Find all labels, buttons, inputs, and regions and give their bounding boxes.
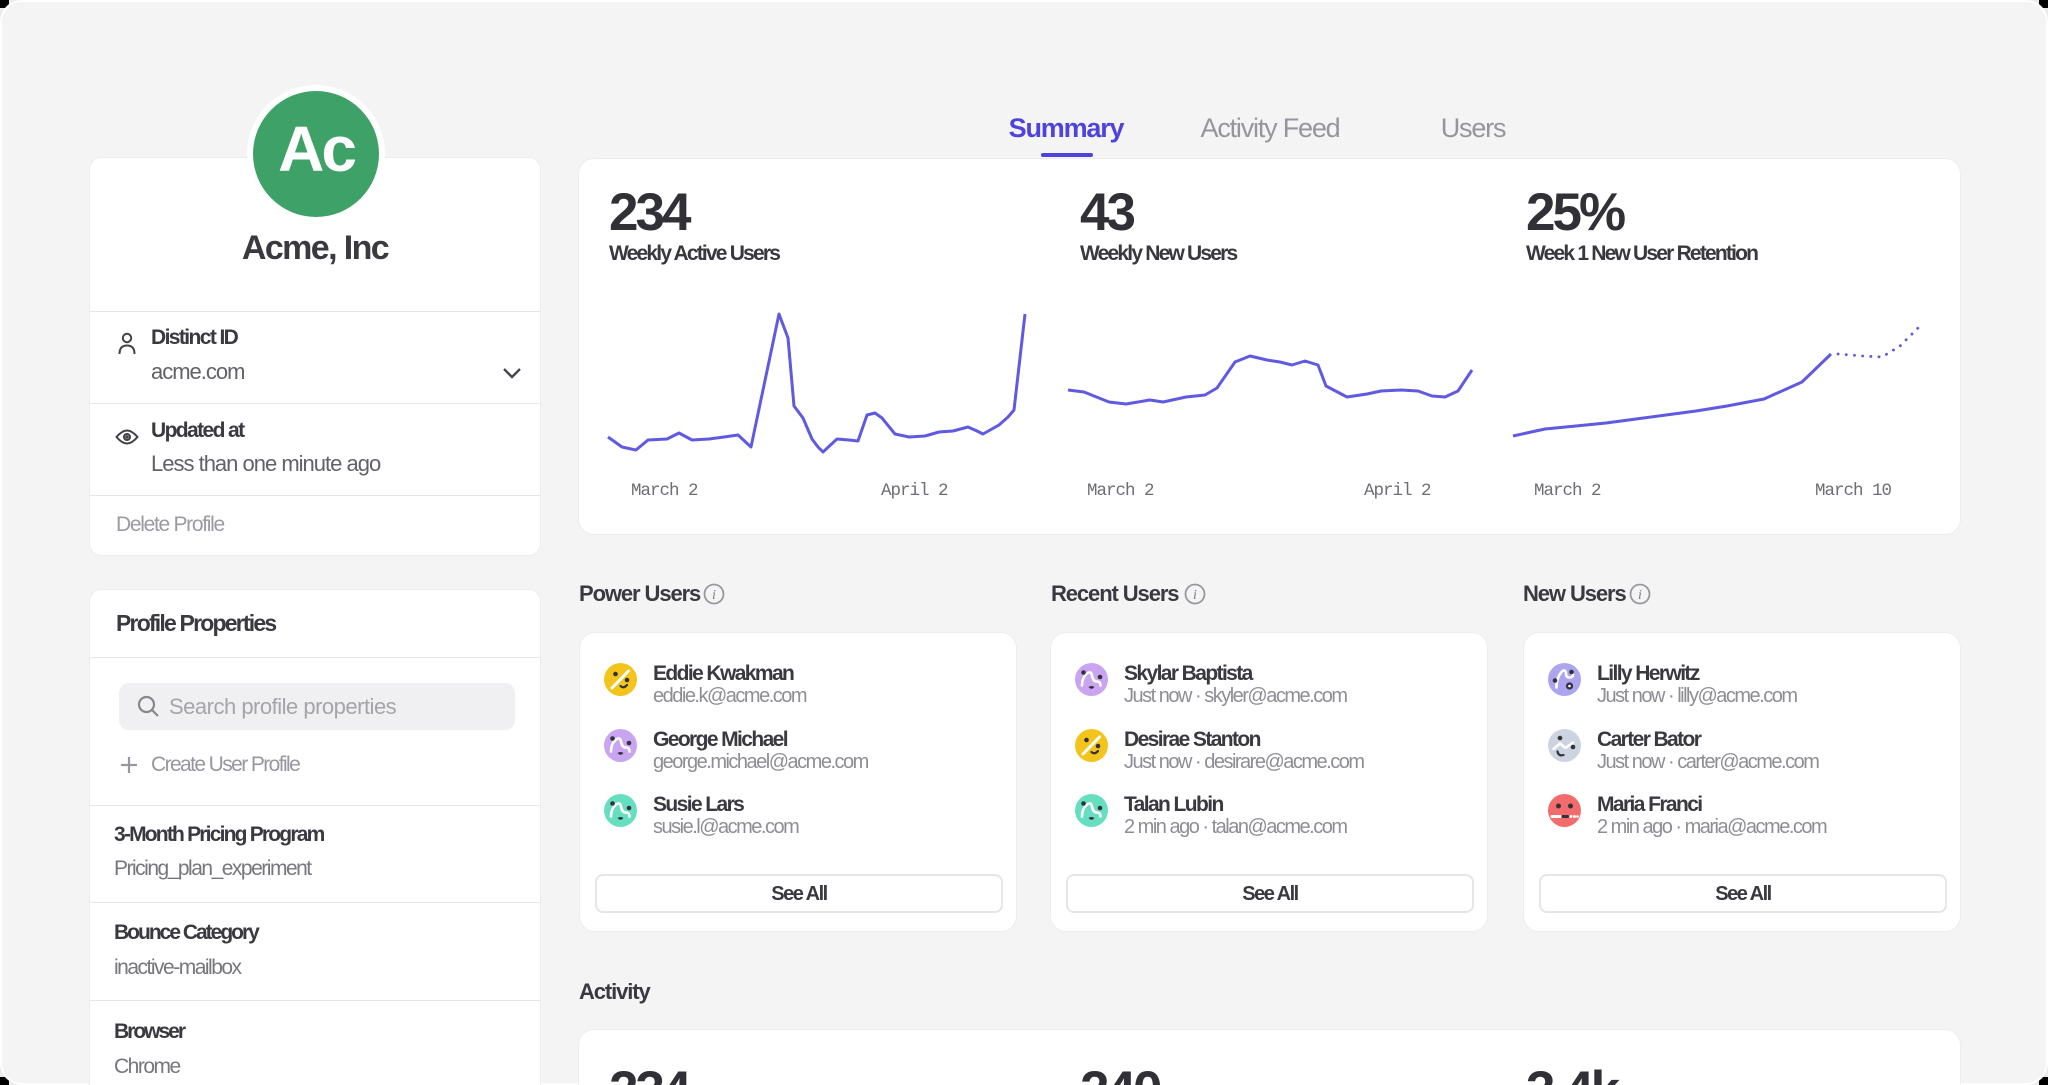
svg-text:i: i [1638, 588, 1642, 603]
svg-text:i: i [712, 588, 716, 603]
svg-text:i: i [1193, 588, 1197, 603]
